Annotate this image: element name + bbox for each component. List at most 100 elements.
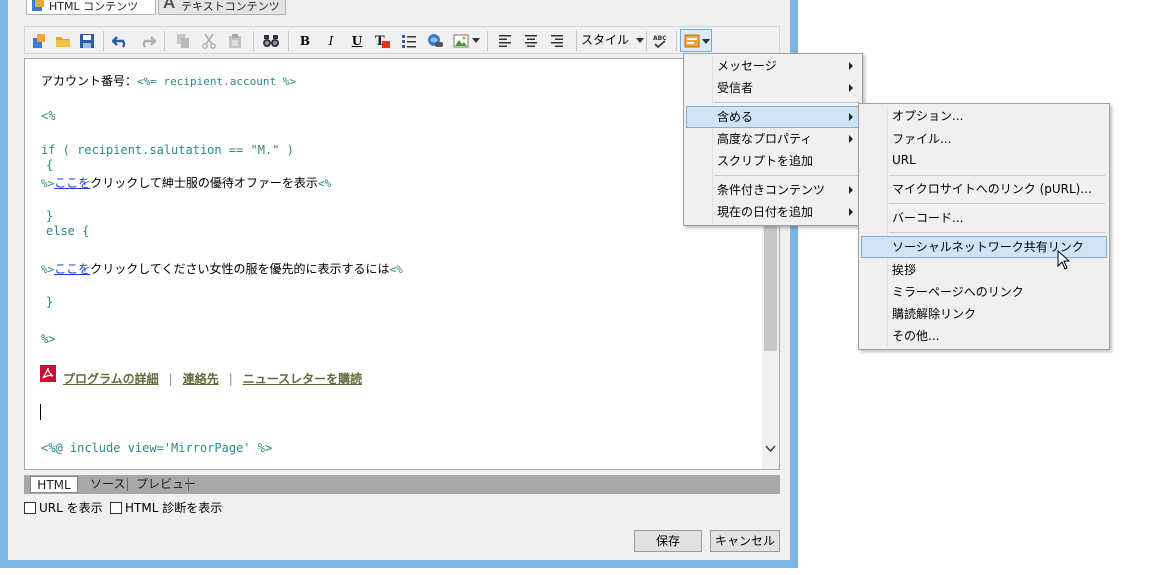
menu-item-add-script[interactable]: スクリプトを追加 xyxy=(686,150,860,172)
save-button[interactable]: 保存 xyxy=(634,530,702,552)
mens-here-link[interactable]: ここを xyxy=(54,176,90,190)
insert-menu-icon xyxy=(684,34,700,48)
underline-icon[interactable]: U xyxy=(347,31,367,51)
menu-item-label: メッセージ xyxy=(717,59,777,73)
cancel-button[interactable]: キャンセル xyxy=(710,530,780,552)
bold-icon[interactable]: B xyxy=(295,31,315,51)
align-right-icon[interactable] xyxy=(547,31,567,51)
menu-item-recipient[interactable]: 受信者 xyxy=(686,77,860,99)
menu-item-barcode[interactable]: バーコード... xyxy=(861,207,1107,229)
mens-offer-line: %>ここをクリックして紳士服の優待オファーを表示<% xyxy=(41,174,331,191)
link-separator: | xyxy=(228,372,233,386)
open-folder-icon[interactable] xyxy=(53,31,73,51)
menu-item-file[interactable]: ファイル... xyxy=(861,128,1107,150)
contact-link[interactable]: 連絡先 xyxy=(183,372,219,386)
toolbar-separator xyxy=(288,31,289,51)
find-icon[interactable] xyxy=(261,31,281,51)
insert-menu-button[interactable] xyxy=(680,29,712,52)
text-tab-icon: A xyxy=(163,0,176,12)
menu-item-options[interactable]: オプション... xyxy=(861,105,1107,127)
editor-toolbar: B I U T スタイル ABC xyxy=(24,26,780,54)
womens-offer-text: クリックしてください女性の服を優先的に表示するには xyxy=(90,262,390,276)
tab-source[interactable]: ソース xyxy=(84,476,131,493)
cut-icon[interactable] xyxy=(199,31,219,51)
text-color-icon[interactable]: T xyxy=(373,31,393,51)
tag-close: %> xyxy=(41,263,55,276)
pdf-icon xyxy=(40,365,56,382)
menu-item-microsite-link[interactable]: マイクロサイトへのリンク (pURL)... xyxy=(861,178,1107,200)
style-select[interactable]: スタイル xyxy=(576,30,646,51)
toolbar-separator xyxy=(487,31,488,51)
align-left-icon[interactable] xyxy=(495,31,515,51)
menu-item-unsubscribe-link[interactable]: 購読解除リンク xyxy=(861,303,1107,325)
toolbar-separator xyxy=(103,31,104,51)
submenu-arrow-icon xyxy=(849,135,853,143)
open-brace: { xyxy=(46,158,54,172)
chevron-down-icon xyxy=(636,38,644,43)
menu-item-label: 高度なプロパティ xyxy=(717,132,813,146)
menu-item-label: 現在の日付を追加 xyxy=(717,205,814,219)
svg-text:ABC: ABC xyxy=(653,35,667,42)
scrollbar-thumb[interactable] xyxy=(764,219,777,351)
checkbox-box[interactable] xyxy=(110,502,122,514)
tab-html-content-label: HTML コンテンツ xyxy=(49,0,139,13)
womens-here-link[interactable]: ここを xyxy=(54,262,90,276)
program-details-link[interactable]: プログラムの詳細 xyxy=(63,372,159,386)
toolbar-separator xyxy=(676,31,677,51)
toolbar-separator xyxy=(164,31,165,51)
show-diagnostics-label: HTML 診断を表示 xyxy=(125,501,223,515)
show-url-checkbox[interactable]: URL を表示 xyxy=(24,500,103,516)
submenu-arrow-icon xyxy=(849,208,853,216)
menu-separator xyxy=(714,102,860,103)
menu-item-label: 受信者 xyxy=(717,81,754,95)
undo-icon[interactable] xyxy=(111,31,131,51)
tag-close: %> xyxy=(41,177,55,190)
image-icon[interactable] xyxy=(451,31,471,51)
list-icon[interactable] xyxy=(399,31,419,51)
redo-icon[interactable] xyxy=(137,31,157,51)
close-brace: } xyxy=(46,209,54,223)
menu-separator xyxy=(889,175,1105,176)
menu-item-message[interactable]: メッセージ xyxy=(686,55,860,77)
image-dropdown-icon[interactable] xyxy=(471,31,481,51)
submenu-arrow-icon xyxy=(849,84,853,92)
view-tabs: HTML ソース プレビュー xyxy=(24,475,780,494)
copy-icon[interactable] xyxy=(173,31,193,51)
menu-separator xyxy=(714,175,860,176)
womens-offer-line: %>ここをクリックしてください女性の服を優先的に表示するには<% xyxy=(41,260,403,277)
tab-separator xyxy=(188,478,189,491)
menu-item-conditional-content[interactable]: 条件付きコンテンツ xyxy=(686,179,860,201)
save-icon[interactable] xyxy=(77,31,97,51)
submenu-arrow-icon xyxy=(849,62,853,70)
tab-preview[interactable]: プレビュー xyxy=(130,476,202,493)
chevron-down-icon xyxy=(702,39,710,44)
new-icon[interactable] xyxy=(29,31,49,51)
submenu-arrow-icon xyxy=(849,113,853,121)
toolbar-separator xyxy=(253,31,254,51)
include-submenu: オプション... ファイル... URL マイクロサイトへのリンク (pURL)… xyxy=(858,103,1110,350)
menu-item-mirror-page-link[interactable]: ミラーページへのリンク xyxy=(861,281,1107,303)
link-icon[interactable] xyxy=(425,31,445,51)
link-separator: | xyxy=(168,372,173,386)
align-center-icon[interactable] xyxy=(521,31,541,51)
menu-item-include[interactable]: 含める xyxy=(686,106,860,128)
tab-html-content[interactable]: HTML コンテンツ xyxy=(26,0,156,15)
show-diagnostics-checkbox[interactable]: HTML 診断を表示 xyxy=(110,500,222,516)
menu-item-advanced-properties[interactable]: 高度なプロパティ xyxy=(686,128,860,150)
menu-item-add-current-date[interactable]: 現在の日付を追加 xyxy=(686,201,860,223)
menu-item-url[interactable]: URL xyxy=(861,149,1107,171)
menu-item-other[interactable]: その他... xyxy=(861,325,1107,347)
script-end-tag: %> xyxy=(41,332,56,346)
close-brace: } xyxy=(46,295,54,309)
html-editor[interactable]: アカウント番号：<%= recipient.account %> <% if (… xyxy=(24,58,780,470)
checkbox-box[interactable] xyxy=(24,502,36,514)
italic-icon[interactable]: I xyxy=(321,31,341,51)
menu-separator xyxy=(889,203,1105,204)
spellcheck-icon[interactable]: ABC xyxy=(650,31,670,51)
footer-links: プログラムの詳細 | 連絡先 | ニュースレターを購読 xyxy=(63,370,362,387)
tab-text-content[interactable]: A テキストコンテンツ xyxy=(158,0,286,15)
paste-icon[interactable] xyxy=(225,31,245,51)
newsletter-link[interactable]: ニュースレターを購読 xyxy=(243,372,362,386)
tab-html[interactable]: HTML xyxy=(30,476,78,493)
scroll-down-icon[interactable] xyxy=(765,443,776,454)
